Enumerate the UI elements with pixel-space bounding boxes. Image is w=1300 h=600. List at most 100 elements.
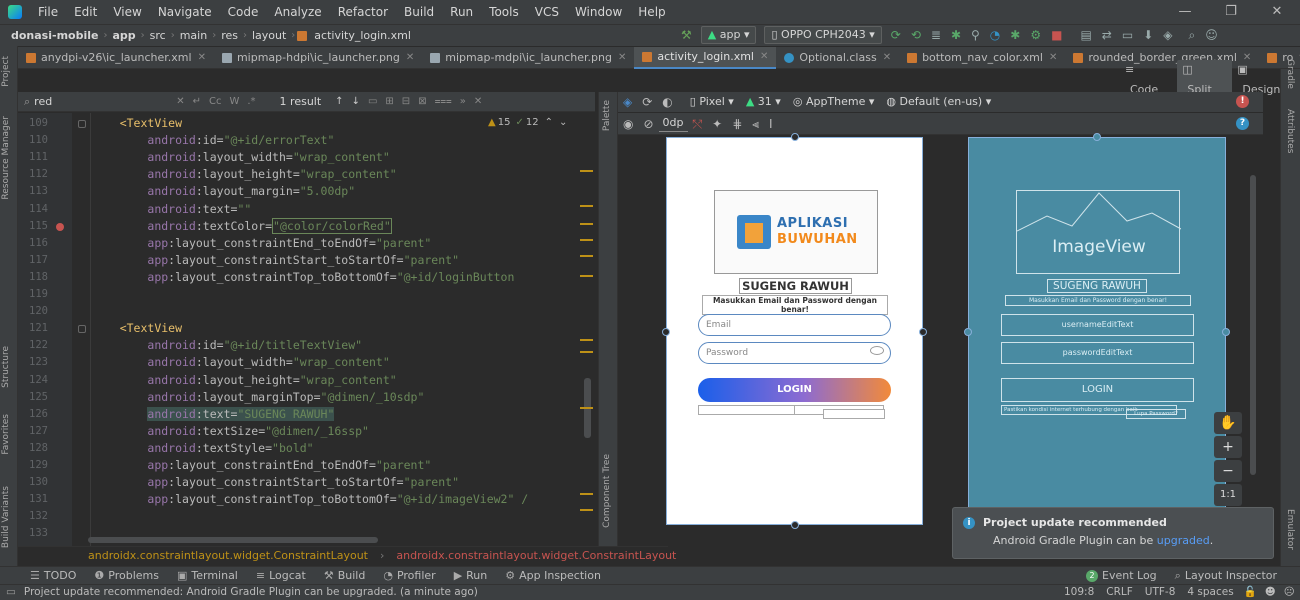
preview-email-field[interactable]: Email [698, 314, 891, 336]
stop-icon[interactable]: ■ [1046, 28, 1067, 42]
warning-marker[interactable] [580, 351, 593, 353]
event-log-button[interactable]: 2 Event Log [1086, 567, 1157, 585]
breadcrumb-main[interactable]: main [177, 29, 210, 42]
sdk-manager-icon[interactable]: ⬇ [1138, 28, 1158, 42]
device-dropdown[interactable]: ▯ OPPO CPH2043 ▾ [764, 26, 882, 44]
warning-marker[interactable] [580, 275, 593, 277]
apply-changes-icon[interactable]: ⟳ [886, 28, 906, 42]
close-tab-icon[interactable]: ✕ [883, 47, 891, 69]
next-highlight-icon[interactable]: ⌄ [559, 117, 567, 128]
app-logo-image[interactable]: APLIKASI BUWUHAN [714, 190, 878, 274]
logcat-icon[interactable]: ≣ [926, 28, 946, 42]
inspector-face-icon[interactable]: ☻ [1265, 585, 1276, 600]
account-icon[interactable]: ☺ [1200, 28, 1223, 42]
resize-handle-right[interactable] [1222, 328, 1230, 336]
status-message[interactable]: Project update recommended: Android Grad… [24, 585, 478, 600]
preview-subtitle[interactable]: Masukkan Email dan Password dengan benar… [702, 295, 888, 315]
breadcrumb-layout[interactable]: layout [249, 29, 289, 42]
file-encoding[interactable]: UTF-8 [1145, 585, 1176, 600]
feedback-icon[interactable]: ☹ [1284, 585, 1295, 600]
clear-search-icon[interactable]: ✕ [172, 96, 188, 107]
breadcrumb-file[interactable]: activity_login.xml [311, 29, 414, 42]
design-canvas[interactable]: APLIKASI BUWUHAN SUGENG RAWUH Masukkan E… [618, 133, 1263, 546]
indent-setting[interactable]: 4 spaces [1187, 585, 1233, 600]
apply-code-changes-icon[interactable]: ⟲ [906, 28, 926, 42]
resize-handle-left[interactable] [964, 328, 972, 336]
close-window-button[interactable]: ✕ [1254, 0, 1300, 24]
close-tab-icon[interactable]: ✕ [198, 47, 206, 69]
design-preview[interactable]: APLIKASI BUWUHAN SUGENG RAWUH Masukkan E… [662, 133, 927, 529]
error-icon[interactable]: ! [1236, 95, 1249, 108]
warning-marker[interactable] [580, 255, 593, 257]
profile-icon[interactable]: ◔ [985, 28, 1005, 42]
warning-marker[interactable] [580, 493, 593, 495]
menu-analyze[interactable]: Analyze [266, 0, 329, 24]
toggle-selection-icon[interactable]: ⊠ [414, 96, 430, 107]
code-line[interactable]: app:layout_constraintStart_toStartOf="pa… [92, 475, 459, 489]
blueprint-title[interactable]: SUGENG RAWUH [1047, 279, 1147, 293]
close-tab-icon[interactable]: ✕ [760, 46, 768, 68]
breadcrumb-module[interactable]: app [109, 29, 138, 42]
menu-navigate[interactable]: Navigate [150, 0, 220, 24]
blueprint-username-field[interactable]: usernameEditText [1001, 314, 1194, 336]
code-line[interactable]: android:id="@+id/errorText" [92, 133, 334, 147]
code-line[interactable]: android:layout_height="wrap_content" [92, 373, 396, 387]
infer-constraints-icon[interactable]: ✦ [707, 114, 727, 134]
code-line[interactable]: <TextView [92, 321, 182, 335]
update-notification[interactable]: i Project update recommended Android Gra… [952, 507, 1274, 559]
resize-handle-left[interactable] [662, 328, 670, 336]
match-case-toggle[interactable]: Cc [205, 96, 225, 107]
code-line[interactable]: android:text="" [92, 202, 251, 216]
code-line[interactable]: <TextView [92, 116, 182, 130]
coverage-icon[interactable]: ⚙ [1025, 28, 1046, 42]
structure-tool-button[interactable]: Structure [1, 346, 11, 388]
attach-debugger-icon[interactable]: ⚲ [966, 28, 985, 42]
preview-password-field[interactable]: Password [698, 342, 891, 364]
menu-file[interactable]: File [30, 0, 66, 24]
code-line[interactable]: android:textStyle="bold" [92, 441, 313, 455]
tab-bottom-nav-color[interactable]: bottom_nav_color.xml ✕ [899, 47, 1065, 69]
assistant-icon[interactable]: ◈ [1158, 28, 1177, 42]
breadcrumb-src[interactable]: src [147, 29, 169, 42]
tool-window-build[interactable]: ⚒ Build [324, 567, 366, 585]
tool-window-terminal[interactable]: ▣ Terminal [177, 567, 238, 585]
color-swatch-icon[interactable] [56, 222, 64, 231]
menu-tools[interactable]: Tools [481, 0, 527, 24]
baseline-icon[interactable]: Ι [764, 114, 778, 134]
code-line[interactable]: android:layout_margin="5.00dp" [92, 184, 355, 198]
close-tab-icon[interactable]: ✕ [406, 47, 414, 69]
tool-window-problems[interactable]: ❶ Problems [94, 567, 159, 585]
next-occurrence-icon[interactable]: ↓ [348, 96, 364, 107]
code-line[interactable]: app:layout_constraintStart_toStartOf="pa… [92, 253, 459, 267]
tab-activity-login[interactable]: activity_login.xml ✕ [634, 46, 777, 69]
code-line[interactable]: app:layout_constraintTop_toBottomOf="@+i… [92, 492, 528, 506]
fold-icon[interactable] [78, 325, 86, 334]
code-line[interactable]: android:text="SUGENG RAWUH" [92, 406, 335, 421]
align-icon[interactable]: ⫷ [747, 114, 764, 134]
tool-window-todo[interactable]: ☰ TODO [30, 567, 76, 585]
blueprint-preview[interactable]: ImageView SUGENG RAWUH Masukkan Email da… [964, 133, 1230, 525]
warning-marker[interactable] [580, 239, 593, 241]
tool-window-run[interactable]: ▶ Run [454, 567, 488, 585]
more-options-icon[interactable]: » [456, 96, 470, 107]
breadcrumb-project[interactable]: donasi-mobile [8, 29, 101, 42]
zoom-out-button[interactable]: − [1214, 460, 1242, 482]
menu-view[interactable]: View [105, 0, 149, 24]
warning-marker[interactable] [580, 170, 593, 172]
warning-marker[interactable] [580, 407, 593, 409]
previous-occurrence-icon[interactable]: ↑ [331, 96, 347, 107]
warning-marker[interactable] [580, 223, 593, 225]
remove-selection-icon[interactable]: ⊟ [398, 96, 414, 107]
menu-vcs[interactable]: VCS [527, 0, 567, 24]
clear-constraints-icon[interactable]: ⤲ [688, 114, 708, 134]
preview-footer-boxes[interactable] [698, 405, 885, 419]
breadcrumb-res[interactable]: res [218, 29, 241, 42]
tab-mdpi-launcher[interactable]: mipmap-mdpi\ic_launcher.png ✕ [422, 47, 634, 69]
resource-manager-tool-button[interactable]: Resource Manager [1, 116, 11, 200]
code-line[interactable]: android:id="@+id/titleTextView" [92, 338, 362, 352]
tool-window-profiler[interactable]: ◔ Profiler [383, 567, 435, 585]
code-line[interactable]: app:layout_constraintTop_toBottomOf="@+i… [92, 270, 514, 284]
menu-run[interactable]: Run [442, 0, 481, 24]
favorites-tool-button[interactable]: Favorites [1, 414, 11, 455]
run-config-dropdown[interactable]: ▲ app ▾ [700, 26, 757, 44]
